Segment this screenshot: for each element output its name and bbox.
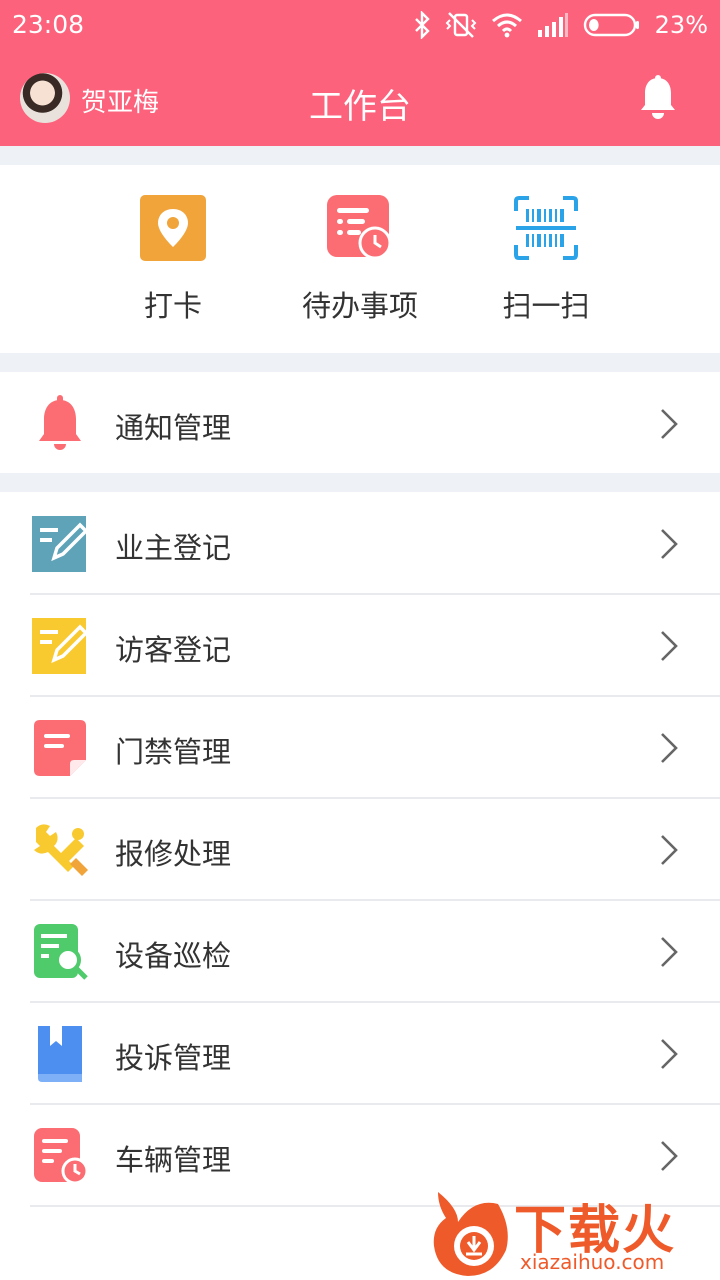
chevron-right-icon — [661, 1039, 678, 1069]
document-icon — [34, 720, 86, 776]
menu-item-label: 报修处理 — [115, 837, 232, 871]
bell-icon — [39, 395, 81, 450]
menu-item-label: 业主登记 — [115, 531, 232, 565]
watermark-url: xiazaihuo.com — [520, 1250, 665, 1274]
quick-action-label: 扫一扫 — [502, 289, 590, 323]
menu-item-visitor-registration[interactable]: 访客登记 — [0, 594, 720, 696]
battery-icon — [583, 13, 639, 37]
menu-item-complaints[interactable]: 投诉管理 — [0, 1002, 720, 1104]
quick-action-label: 打卡 — [143, 289, 202, 323]
quick-action-checkin[interactable]: 打卡 — [83, 165, 263, 353]
menu-item-owner-registration[interactable]: 业主登记 — [0, 492, 720, 594]
menu-item-label: 通知管理 — [115, 411, 232, 445]
quick-action-label: 待办事项 — [301, 289, 418, 323]
menu-item-label: 车辆管理 — [115, 1143, 232, 1177]
chevron-right-icon — [661, 409, 678, 439]
bluetooth-icon — [414, 11, 430, 39]
inspect-search-icon — [34, 924, 88, 980]
menu-item-label: 访客登记 — [115, 633, 232, 667]
status-bar: 23:08 23% — [0, 0, 720, 50]
bell-icon[interactable] — [638, 75, 678, 120]
chevron-right-icon — [661, 631, 678, 661]
menu-item-equipment-inspection[interactable]: 设备巡检 — [0, 900, 720, 1002]
todo-clock-icon — [327, 195, 392, 260]
menu-item-label: 投诉管理 — [115, 1041, 232, 1075]
chevron-right-icon — [661, 835, 678, 865]
location-pin-icon — [140, 195, 206, 261]
menu-item-repair[interactable]: 报修处理 — [0, 798, 720, 900]
edit-form-icon — [32, 618, 89, 674]
chevron-right-icon — [661, 733, 678, 763]
edit-form-icon — [32, 516, 89, 572]
flame-logo-icon — [433, 1192, 508, 1276]
bookmark-book-icon — [38, 1026, 82, 1082]
menu-item-label: 门禁管理 — [115, 735, 232, 769]
notice-card: 通知管理 — [0, 372, 720, 473]
page-title: 工作台 — [309, 87, 411, 127]
menu-card: 业主登记 访客登记 门禁管理 报修处理 设备巡检 投诉管理 车辆管理 — [0, 492, 720, 1280]
menu-item-label: 设备巡检 — [115, 939, 232, 973]
vibrate-off-icon — [445, 12, 477, 38]
battery-percent: 23% — [654, 11, 708, 39]
quick-action-scan[interactable]: 扫一扫 — [456, 165, 636, 353]
chevron-right-icon — [661, 1141, 678, 1171]
menu-item-access-control[interactable]: 门禁管理 — [0, 696, 720, 798]
document-clock-icon — [34, 1128, 89, 1185]
wrench-icon — [34, 824, 88, 876]
status-icons: 23% — [413, 10, 708, 40]
wifi-icon — [491, 13, 522, 38]
app-header: 23:08 23% 贺亚梅 工作台 — [0, 0, 720, 146]
quick-actions-panel: 打卡 待办事项 扫一扫 — [0, 165, 720, 353]
chevron-right-icon — [661, 937, 678, 967]
watermark: 下载火 xiazaihuo.com — [428, 1188, 718, 1278]
chevron-right-icon — [661, 529, 678, 559]
menu-item-notice[interactable]: 通知管理 — [0, 372, 720, 474]
quick-action-todo[interactable]: 待办事项 — [270, 165, 450, 353]
status-time: 23:08 — [12, 10, 85, 39]
signal-icon — [537, 13, 568, 37]
barcode-scan-icon — [514, 196, 578, 260]
